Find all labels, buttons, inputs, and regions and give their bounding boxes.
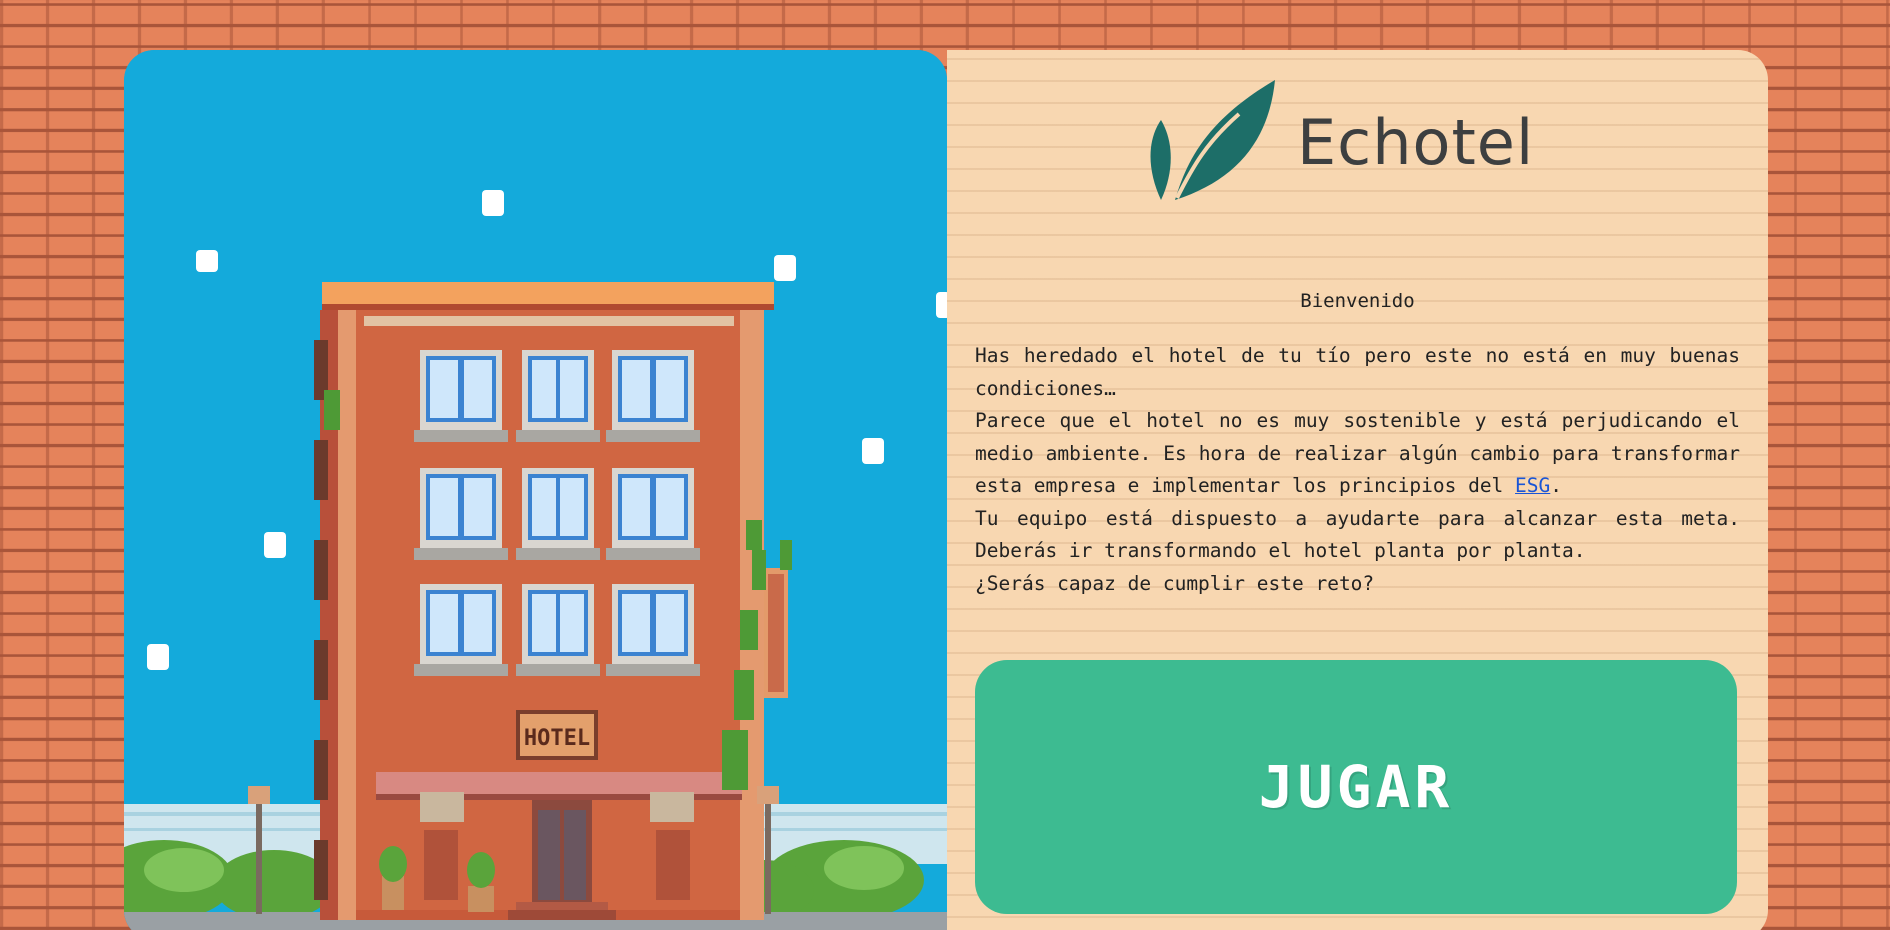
intro-paragraph: Parece que el hotel no es muy sostenible… [975,405,1740,503]
hotel-pixel-art: HOTEL [124,50,947,930]
hotel-illustration: HOTEL [124,50,947,930]
intro-text: Has heredado el hotel de tu tío pero est… [975,340,1740,600]
intro-paragraph: Has heredado el hotel de tu tío pero est… [975,344,1740,400]
leaf-icon [1150,80,1275,200]
welcome-card: HOTEL Echotel Bienvenido Has heredado el… [124,50,1768,930]
welcome-panel: Echotel Bienvenido Has heredado el hotel… [947,50,1768,930]
play-button[interactable]: JUGAR [975,660,1737,914]
hotel-window [414,350,700,676]
intro-paragraph: Tu equipo está dispuesto a ayudarte para… [975,506,1740,563]
intro-text-segment: Parece que el hotel no es muy sostenible… [975,409,1740,497]
intro-paragraph: ¿Serás capaz de cumplir este reto? [975,571,1375,595]
esg-link[interactable]: ESG [1515,474,1550,497]
brand-logo: Echotel [1147,80,1534,204]
welcome-title: Bienvenido [1300,290,1415,312]
intro-text-segment: . [1550,474,1563,497]
brand-name: Echotel [1297,105,1535,179]
hotel-sign: HOTEL [524,726,590,751]
